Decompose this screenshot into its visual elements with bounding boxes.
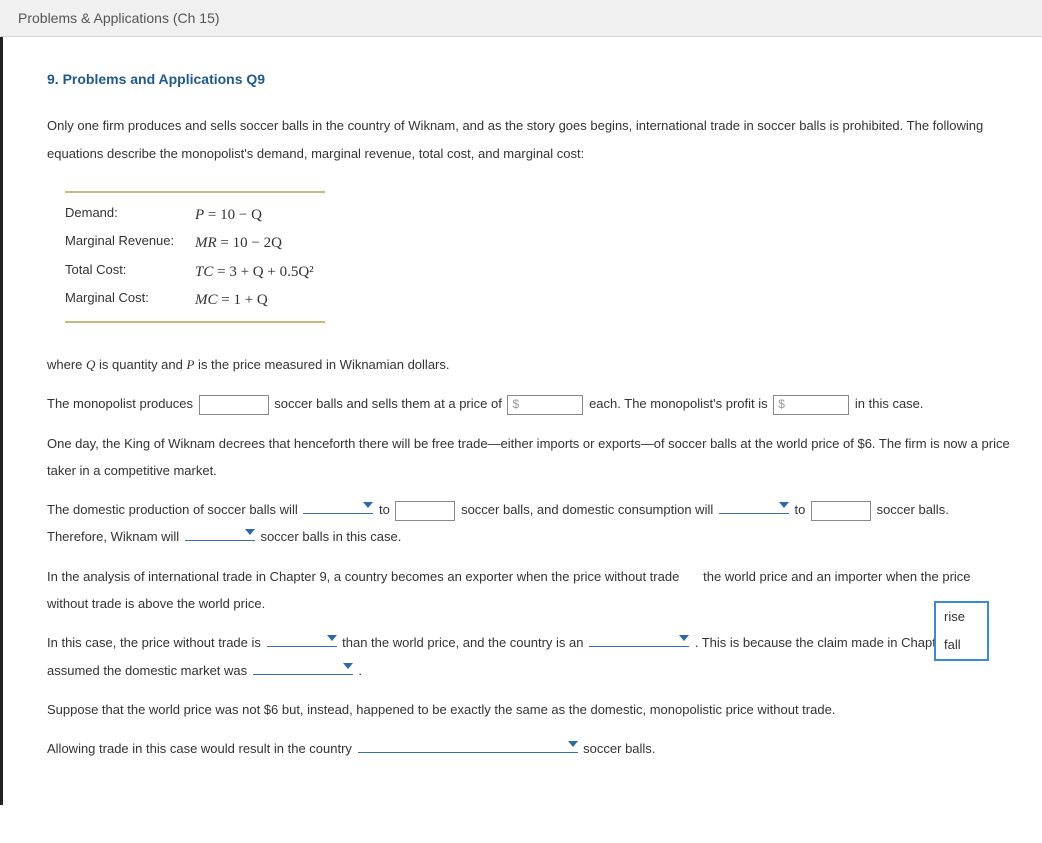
chevron-down-icon bbox=[679, 635, 689, 641]
eq-label: Marginal Cost: bbox=[65, 286, 195, 315]
eq-math: P = 10 − Q bbox=[195, 201, 262, 230]
market-assumption-dropdown[interactable] bbox=[253, 657, 353, 675]
question-title: 9. Problems and Applications Q9 bbox=[47, 65, 1010, 94]
eq-label: Total Cost: bbox=[65, 258, 195, 287]
dropdown-option-rise[interactable]: rise bbox=[936, 603, 987, 631]
import-export-dropdown[interactable] bbox=[185, 523, 255, 541]
content-frame: 9. Problems and Applications Q9 Only one… bbox=[0, 37, 1042, 805]
allow-trade-dropdown[interactable] bbox=[358, 735, 578, 753]
chevron-down-icon bbox=[343, 663, 353, 669]
consumption-change-dropdown[interactable] bbox=[719, 496, 789, 514]
eq-mr: Marginal Revenue: MR = 10 − 2Q bbox=[65, 229, 345, 258]
price-compare-dropdown[interactable] bbox=[267, 629, 337, 647]
king-paragraph: One day, the King of Wiknam decrees that… bbox=[47, 430, 1010, 485]
production-qty-input[interactable] bbox=[395, 501, 455, 521]
chevron-down-icon bbox=[363, 502, 373, 508]
chevron-down-icon bbox=[245, 529, 255, 535]
produces-line: The monopolist produces soccer balls and… bbox=[47, 390, 1010, 417]
analysis-line: In the analysis of international trade i… bbox=[47, 563, 1010, 618]
question-body: 9. Problems and Applications Q9 Only one… bbox=[3, 37, 1042, 785]
production-change-dropdown[interactable] bbox=[303, 496, 373, 514]
chevron-down-icon bbox=[568, 741, 578, 747]
eq-tc: Total Cost: TC = 3 + Q + 0.5Q² bbox=[65, 258, 345, 287]
rule-top bbox=[65, 191, 325, 193]
chevron-down-icon bbox=[327, 635, 337, 641]
dropdown-option-fall[interactable]: fall bbox=[936, 631, 987, 659]
domestic-line: The domestic production of soccer balls … bbox=[47, 496, 1010, 551]
dollar-icon: $ bbox=[508, 392, 522, 417]
profit-input[interactable]: $ bbox=[773, 395, 849, 415]
eq-mc: Marginal Cost: MC = 1 + Q bbox=[65, 286, 345, 315]
dollar-icon: $ bbox=[774, 392, 788, 417]
rule-bottom bbox=[65, 321, 325, 323]
eq-label: Demand: bbox=[65, 201, 195, 230]
page-title: Problems & Applications (Ch 15) bbox=[18, 10, 220, 26]
dropdown-popup[interactable]: rise fall bbox=[934, 601, 989, 661]
country-role-dropdown[interactable] bbox=[589, 629, 689, 647]
equations-block: Demand: P = 10 − Q Marginal Revenue: MR … bbox=[65, 191, 345, 323]
case-line: In this case, the price without trade is… bbox=[47, 629, 1010, 684]
consumption-qty-input[interactable] bbox=[811, 501, 871, 521]
eq-label: Marginal Revenue: bbox=[65, 229, 195, 258]
quantity-input[interactable] bbox=[199, 395, 269, 415]
suppose-paragraph: Suppose that the world price was not $6 … bbox=[47, 696, 1010, 723]
eq-demand: Demand: P = 10 − Q bbox=[65, 201, 345, 230]
eq-math: MR = 10 − 2Q bbox=[195, 229, 282, 258]
where-line: where Q is quantity and P is the price m… bbox=[47, 351, 1010, 378]
eq-math: TC = 3 + Q + 0.5Q² bbox=[195, 258, 314, 287]
chevron-down-icon bbox=[779, 502, 789, 508]
price-input[interactable]: $ bbox=[507, 395, 583, 415]
eq-math: MC = 1 + Q bbox=[195, 286, 268, 315]
var-q: Q bbox=[86, 357, 95, 372]
page-header: Problems & Applications (Ch 15) bbox=[0, 0, 1042, 37]
allow-line: Allowing trade in this case would result… bbox=[47, 735, 1010, 762]
intro-paragraph: Only one firm produces and sells soccer … bbox=[47, 112, 1010, 167]
